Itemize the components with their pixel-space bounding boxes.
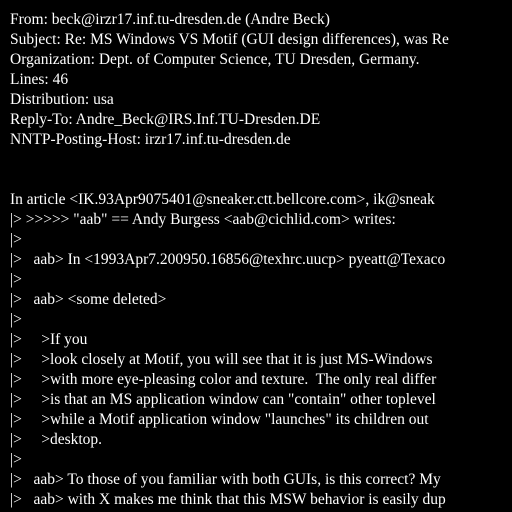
quoted-line: |> >while a Motif application window "la… — [10, 411, 429, 428]
header-from: From: beck@irzr17.inf.tu-dresden.de (And… — [10, 11, 330, 28]
quoted-line: |> — [10, 231, 22, 248]
quoted-line: |> >If you — [10, 331, 88, 348]
header-lines: Lines: 46 — [10, 71, 69, 88]
quoted-line: |> >is that an MS application window can… — [10, 391, 436, 408]
header-distribution: Distribution: usa — [10, 91, 114, 108]
quoted-line: |> aab> To those of you familiar with bo… — [10, 471, 441, 488]
header-reply-to: Reply-To: Andre_Beck@IRS.Inf.TU-Dresden.… — [10, 111, 321, 128]
quoted-line: |> aab> with X makes me think that this … — [10, 491, 446, 508]
quoted-line: |> — [10, 311, 22, 328]
body-attribution: In article <IK.93Apr9075401@sneaker.ctt.… — [10, 191, 435, 208]
quoted-line: |> aab> <some deleted> — [10, 291, 167, 308]
quoted-line: |> >with more eye-pleasing color and tex… — [10, 371, 437, 388]
header-organization: Organization: Dept. of Computer Science,… — [10, 51, 420, 68]
quoted-line: |> aab> In <1993Apr7.200950.16856@texhrc… — [10, 251, 446, 268]
header-subject: Subject: Re: MS Windows VS Motif (GUI de… — [10, 31, 449, 48]
quoted-line: |> >>>>> "aab" == Andy Burgess <aab@cich… — [10, 211, 396, 228]
news-article-view: From: beck@irzr17.inf.tu-dresden.de (And… — [0, 0, 512, 512]
quoted-line: |> — [10, 271, 22, 288]
header-nntp-posting-host: NNTP-Posting-Host: irzr17.inf.tu-dresden… — [10, 131, 291, 148]
quoted-line: |> >look closely at Motif, you will see … — [10, 351, 433, 368]
quoted-line: |> >desktop. — [10, 431, 103, 448]
quoted-line: |> — [10, 451, 22, 468]
